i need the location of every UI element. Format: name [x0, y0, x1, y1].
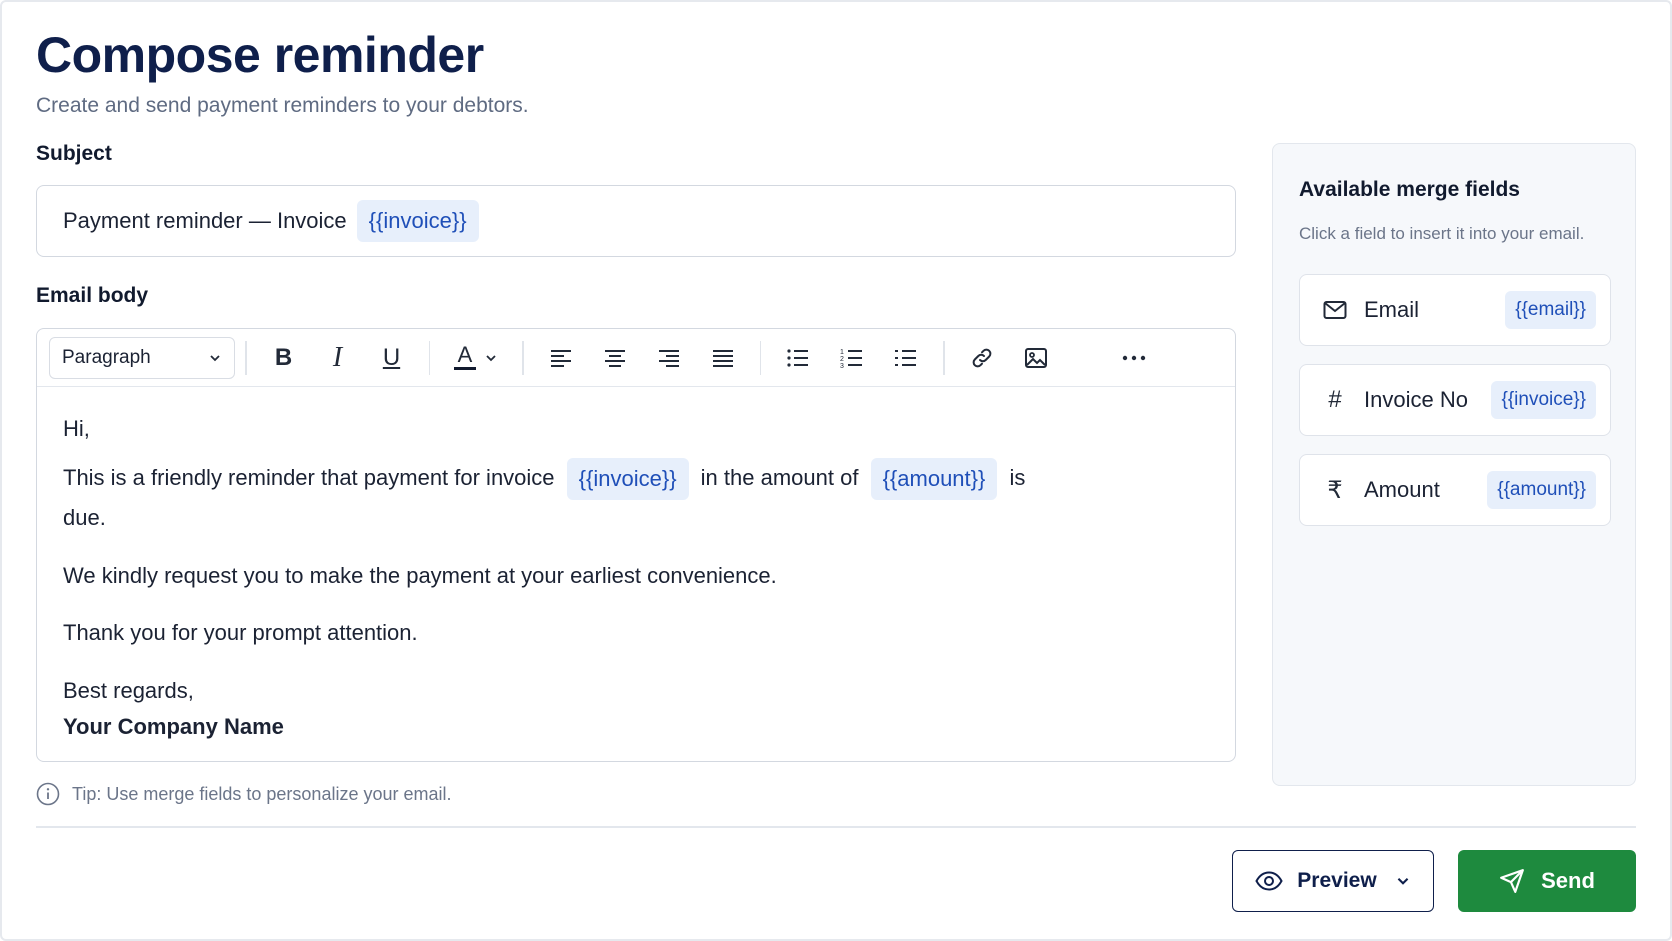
thanks-text: Thank you for your prompt attention. [63, 620, 418, 646]
merge-field-amount[interactable]: ₹ Amount {{amount}} [1299, 454, 1611, 526]
merge-field-email[interactable]: Email {{email}} [1299, 274, 1611, 346]
numbered-list-button[interactable]: 123 [831, 337, 873, 379]
align-center-button[interactable] [594, 337, 636, 379]
info-icon [36, 782, 60, 806]
link-button[interactable] [961, 337, 1003, 379]
page-title: Compose reminder [36, 27, 484, 83]
chevron-down-icon [1397, 877, 1408, 885]
align-left-button[interactable] [540, 337, 582, 379]
reminder-paragraph: This is a friendly reminder that payment… [63, 458, 1209, 536]
tip-row: Tip: Use merge fields to personalize you… [36, 782, 452, 806]
signoff-block: Best regards, Your Company Name [63, 673, 1209, 745]
toolbar-divider [759, 340, 761, 375]
merge-field-chip[interactable]: {{invoice}} [1491, 381, 1596, 419]
merge-field-invoice-no[interactable]: # Invoice No {{invoice}} [1299, 364, 1611, 436]
italic-icon: I [332, 341, 343, 373]
send-button-label: Send [1541, 868, 1595, 893]
page-subtitle: Create and send payment reminders to you… [36, 94, 529, 117]
merge-field-label: Amount [1364, 477, 1440, 502]
checklist-button[interactable] [885, 337, 927, 379]
underline-button[interactable]: U [371, 337, 413, 379]
merge-fields-panel: Available merge fields Click a field to … [1272, 143, 1636, 786]
align-right-icon [658, 349, 679, 367]
chevron-down-icon [210, 354, 220, 361]
request-text: We kindly request you to make the paymen… [63, 563, 777, 589]
toolbar-divider [943, 340, 945, 375]
reminder-text-part3: is [1009, 465, 1026, 490]
bold-button[interactable]: B [263, 337, 305, 379]
align-left-icon [550, 349, 571, 367]
bold-icon: B [274, 343, 293, 371]
toolbar-divider [522, 340, 524, 375]
align-center-icon [604, 349, 625, 367]
send-icon [1500, 869, 1525, 893]
merge-field-label: Invoice No [1364, 387, 1468, 412]
send-button[interactable]: Send [1458, 850, 1636, 912]
rupee-icon: ₹ [1327, 476, 1343, 504]
merge-field-label: Email [1364, 297, 1420, 322]
more-options-button[interactable] [1113, 337, 1155, 379]
chevron-down-icon [486, 354, 496, 361]
footer-divider [36, 826, 1636, 828]
preview-button[interactable]: Preview [1232, 850, 1434, 912]
more-icon [1122, 355, 1145, 360]
merge-field-chip[interactable]: {{email}} [1505, 291, 1596, 329]
checklist-icon [895, 349, 916, 366]
subject-text: Payment reminder — Invoice [63, 208, 347, 233]
paragraph-select-value: Paragraph [62, 346, 151, 368]
merge-fields-subtitle: Click a field to insert it into your ema… [1299, 224, 1585, 243]
underline-icon: U [382, 343, 401, 371]
subject-merge-chip[interactable]: {{invoice}} [356, 200, 479, 242]
subject-label: Subject [36, 142, 112, 165]
reminder-text-part4: due. [63, 505, 106, 531]
subject-input[interactable]: Payment reminder — Invoice {{invoice}} [36, 185, 1236, 257]
toolbar-divider [245, 340, 247, 375]
svg-text:1: 1 [840, 349, 844, 356]
merge-field-chip[interactable]: {{amount}} [1487, 471, 1596, 509]
align-justify-button[interactable] [702, 337, 744, 379]
editor-content[interactable]: Hi, This is a friendly reminder that pay… [37, 387, 1235, 769]
regards-text: Best regards, [63, 677, 194, 703]
greeting-text: Hi, [63, 416, 90, 441]
numbered-list-icon: 123 [840, 349, 862, 369]
text-color-button[interactable]: A [446, 337, 506, 379]
align-right-button[interactable] [648, 337, 690, 379]
editor-toolbar: Paragraph B I U A 1 2 3 [37, 329, 1235, 387]
image-icon [1024, 347, 1047, 368]
link-icon [972, 348, 991, 367]
reminder-text-part1: This is a friendly reminder that payment… [63, 465, 555, 490]
svg-text:3: 3 [840, 363, 844, 369]
italic-button[interactable]: I [317, 337, 359, 379]
merge-fields-title: Available merge fields [1299, 178, 1520, 201]
reminder-text-part2: in the amount of [700, 465, 859, 490]
tip-text: Tip: Use merge fields to personalize you… [72, 783, 452, 804]
preview-button-label: Preview [1297, 869, 1377, 892]
text-color-icon: A [454, 344, 476, 370]
email-body-label: Email body [36, 284, 149, 307]
email-body-editor[interactable]: Paragraph B I U A 1 2 3 Hi, This is a fr… [36, 328, 1236, 762]
body-amount-chip[interactable]: {{amount}} [870, 458, 998, 501]
svg-text:2: 2 [840, 356, 844, 363]
paragraph-select[interactable]: Paragraph [49, 336, 235, 379]
toolbar-divider [428, 340, 430, 375]
body-invoice-chip[interactable]: {{invoice}} [566, 458, 689, 501]
company-name-text: Your Company Name [63, 713, 284, 739]
bullet-list-button[interactable] [777, 337, 819, 379]
eye-icon [1255, 871, 1283, 891]
bullet-list-icon [787, 348, 808, 367]
image-button[interactable] [1015, 337, 1057, 379]
align-justify-icon [712, 349, 733, 367]
mail-icon [1322, 297, 1348, 323]
hash-icon: # [1328, 386, 1342, 413]
